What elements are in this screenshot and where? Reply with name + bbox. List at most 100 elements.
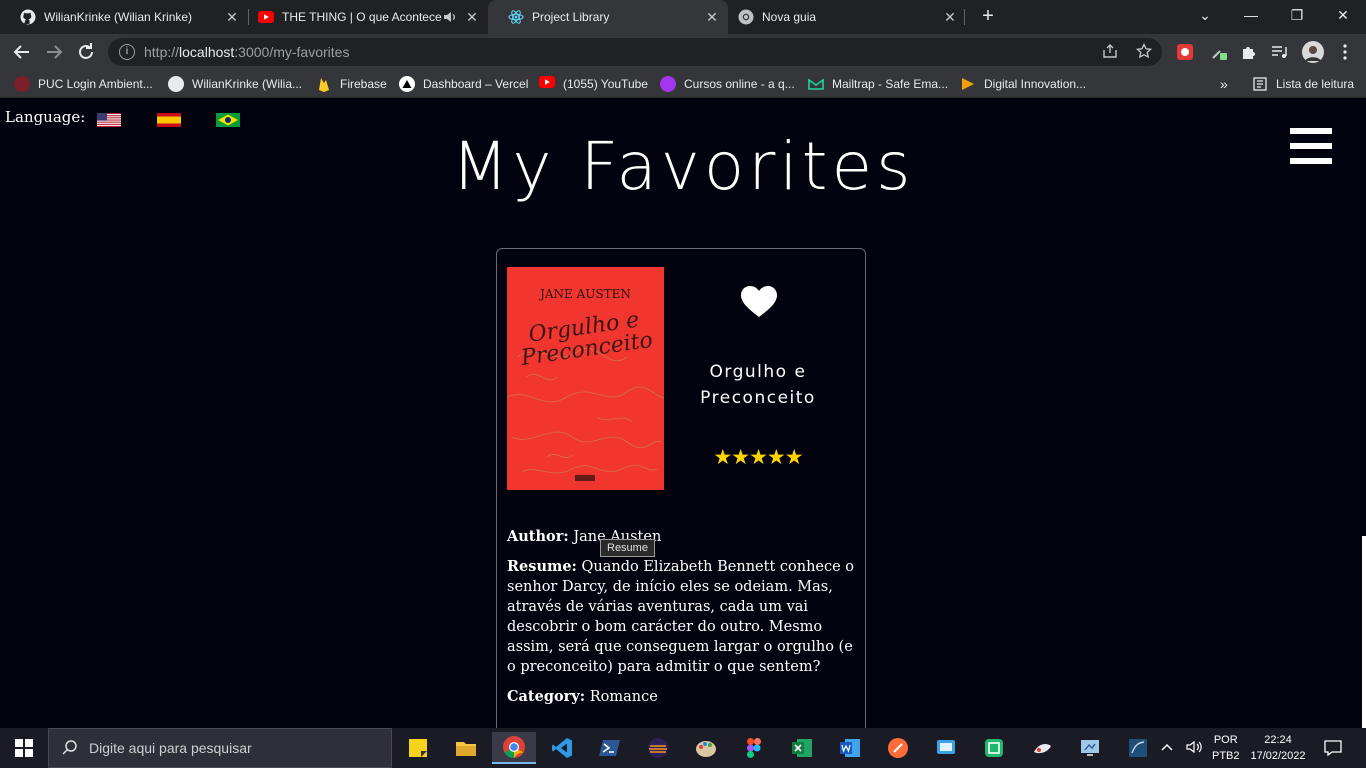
excel-icon (792, 739, 812, 757)
category-value: Romance (589, 689, 658, 705)
close-icon[interactable]: ✕ (464, 9, 480, 26)
firebase-icon (316, 76, 332, 92)
bookmark-github[interactable]: WilianKrinke (Wilia... (168, 75, 302, 93)
sticky-notes-app[interactable] (402, 732, 434, 764)
profile-avatar[interactable] (1302, 41, 1324, 63)
new-tab-button[interactable]: + (978, 6, 998, 28)
back-button[interactable] (10, 40, 34, 64)
bookmark-star-icon[interactable] (1135, 42, 1153, 63)
control-panel-app[interactable] (1074, 732, 1106, 764)
author-line: Author: Jane Austen (507, 527, 859, 547)
resume-value: Quando Elizabeth Bennett conhece o senho… (507, 559, 855, 675)
tab-project-library[interactable]: Project Library ✕ (488, 0, 728, 34)
close-icon[interactable]: ✕ (942, 9, 958, 26)
close-window-button[interactable]: ✕ (1320, 0, 1366, 30)
book-card: JANE AUSTEN Orgulho e Preconceito Orgulh… (496, 248, 866, 728)
eclipse-app[interactable] (642, 732, 674, 764)
windows-icon (15, 739, 33, 757)
paint-palette-icon (696, 741, 716, 757)
snipping-app[interactable] (978, 732, 1010, 764)
vscode-app[interactable] (546, 732, 578, 764)
spain-flag-icon[interactable] (157, 113, 181, 127)
powershell-app[interactable] (594, 732, 626, 764)
scrollbar-thumb[interactable] (1362, 536, 1366, 728)
chrome-app[interactable] (492, 732, 536, 764)
tab-nova-guia[interactable]: Nova guia ✕ (718, 0, 966, 34)
minimize-button[interactable]: — (1228, 0, 1274, 30)
dio-icon (960, 76, 976, 92)
menu-dots-icon[interactable] (1336, 43, 1354, 61)
color-picker-icon[interactable] (1210, 43, 1228, 61)
search-icon (62, 740, 77, 755)
figma-app[interactable] (738, 732, 770, 764)
monitor-icon (1081, 740, 1099, 756)
bookmarks-overflow-button[interactable]: » (1220, 75, 1228, 93)
bookmark-puc[interactable]: PUC Login Ambient... (14, 75, 153, 93)
reading-list-button[interactable]: Lista de leitura (1252, 75, 1354, 93)
sql-app[interactable] (1122, 732, 1154, 764)
us-flag-icon[interactable] (97, 113, 121, 127)
bookmark-youtube[interactable]: (1055) YouTube (539, 75, 648, 93)
tab-strip: WilianKrinke (Wilian Krinke) ✕ THE THING… (0, 0, 1366, 34)
tab-youtube[interactable]: THE THING | O que Acontece ✕ (238, 0, 488, 34)
book-title: Orgulho e Preconceito (700, 362, 816, 408)
menu-bar-line (1290, 158, 1332, 164)
vscode-icon (552, 738, 572, 758)
url-text[interactable]: http://localhost:3000/my-favorites (144, 44, 349, 60)
paint-app[interactable] (690, 732, 722, 764)
language-code: POR (1213, 734, 1238, 746)
bookmark-firebase[interactable]: Firebase (316, 75, 387, 93)
bookmarks-bar: PUC Login Ambient... WilianKrinke (Wilia… (0, 70, 1366, 98)
remote-app[interactable] (930, 732, 962, 764)
reading-list-icon (1252, 76, 1268, 92)
tab-search-button[interactable]: ⌄ (1182, 0, 1228, 30)
arrow-right-icon (47, 45, 63, 59)
taskbar-search-box[interactable]: Digite aqui para pesquisar (48, 728, 392, 768)
postman-app[interactable] (882, 732, 914, 764)
word-app[interactable] (834, 732, 866, 764)
share-icon[interactable] (1102, 43, 1118, 63)
brazil-flag-icon[interactable] (216, 113, 240, 127)
reload-button[interactable] (74, 40, 98, 64)
tab-divider (964, 9, 965, 25)
paint3d-icon (1034, 744, 1051, 754)
info-icon[interactable]: i (119, 44, 135, 60)
tab-title: WilianKrinke (Wilian Krinke) (44, 10, 193, 24)
heart-favorite-icon[interactable] (740, 285, 778, 319)
language-label: Language: (5, 108, 86, 126)
notifications-button[interactable] (1320, 728, 1346, 768)
youtube-icon (258, 9, 274, 25)
chevron-up-icon[interactable] (1160, 741, 1174, 755)
menu-bar-line (1290, 128, 1332, 134)
address-bar[interactable]: i http://localhost:3000/my-favorites (108, 38, 1162, 66)
tab-github[interactable]: WilianKrinke (Wilian Krinke) ✕ (0, 0, 248, 34)
bookmark-vercel[interactable]: Dashboard – Vercel (399, 75, 528, 93)
file-explorer-app[interactable] (450, 732, 482, 764)
search-placeholder: Digite aqui para pesquisar (89, 740, 252, 756)
bookmark-udemy[interactable]: Cursos online - a q... (660, 75, 795, 93)
volume-icon[interactable] (1186, 740, 1204, 757)
word-icon (840, 739, 860, 757)
clock[interactable]: 22:24 17/02/2022 (1248, 728, 1308, 768)
category-label: Category: (507, 688, 586, 705)
forward-button[interactable] (42, 40, 66, 64)
start-button[interactable] (0, 728, 48, 768)
extension-icon[interactable] (1176, 43, 1194, 61)
book-cover-image[interactable]: JANE AUSTEN Orgulho e Preconceito (507, 267, 664, 490)
keyboard-layout: PTB2 (1212, 750, 1240, 762)
paint3d-app[interactable] (1026, 732, 1058, 764)
speaker-icon[interactable] (442, 9, 458, 25)
input-language[interactable]: POR PTB2 (1212, 728, 1240, 768)
hamburger-menu-button[interactable] (1290, 128, 1332, 166)
media-control-icon[interactable] (1270, 43, 1288, 61)
category-line: Category: Romance (507, 687, 859, 707)
system-tray[interactable] (1160, 728, 1204, 768)
bookmark-mailtrap[interactable]: Mailtrap - Safe Ema... (808, 75, 948, 93)
snipping-icon (985, 739, 1003, 757)
tooltip: Resume (600, 539, 655, 557)
tab-title: Project Library (532, 10, 610, 24)
excel-app[interactable] (786, 732, 818, 764)
restore-button[interactable]: ❐ (1274, 0, 1320, 30)
extensions-puzzle-icon[interactable] (1240, 43, 1258, 61)
bookmark-dio[interactable]: Digital Innovation... (960, 75, 1086, 93)
